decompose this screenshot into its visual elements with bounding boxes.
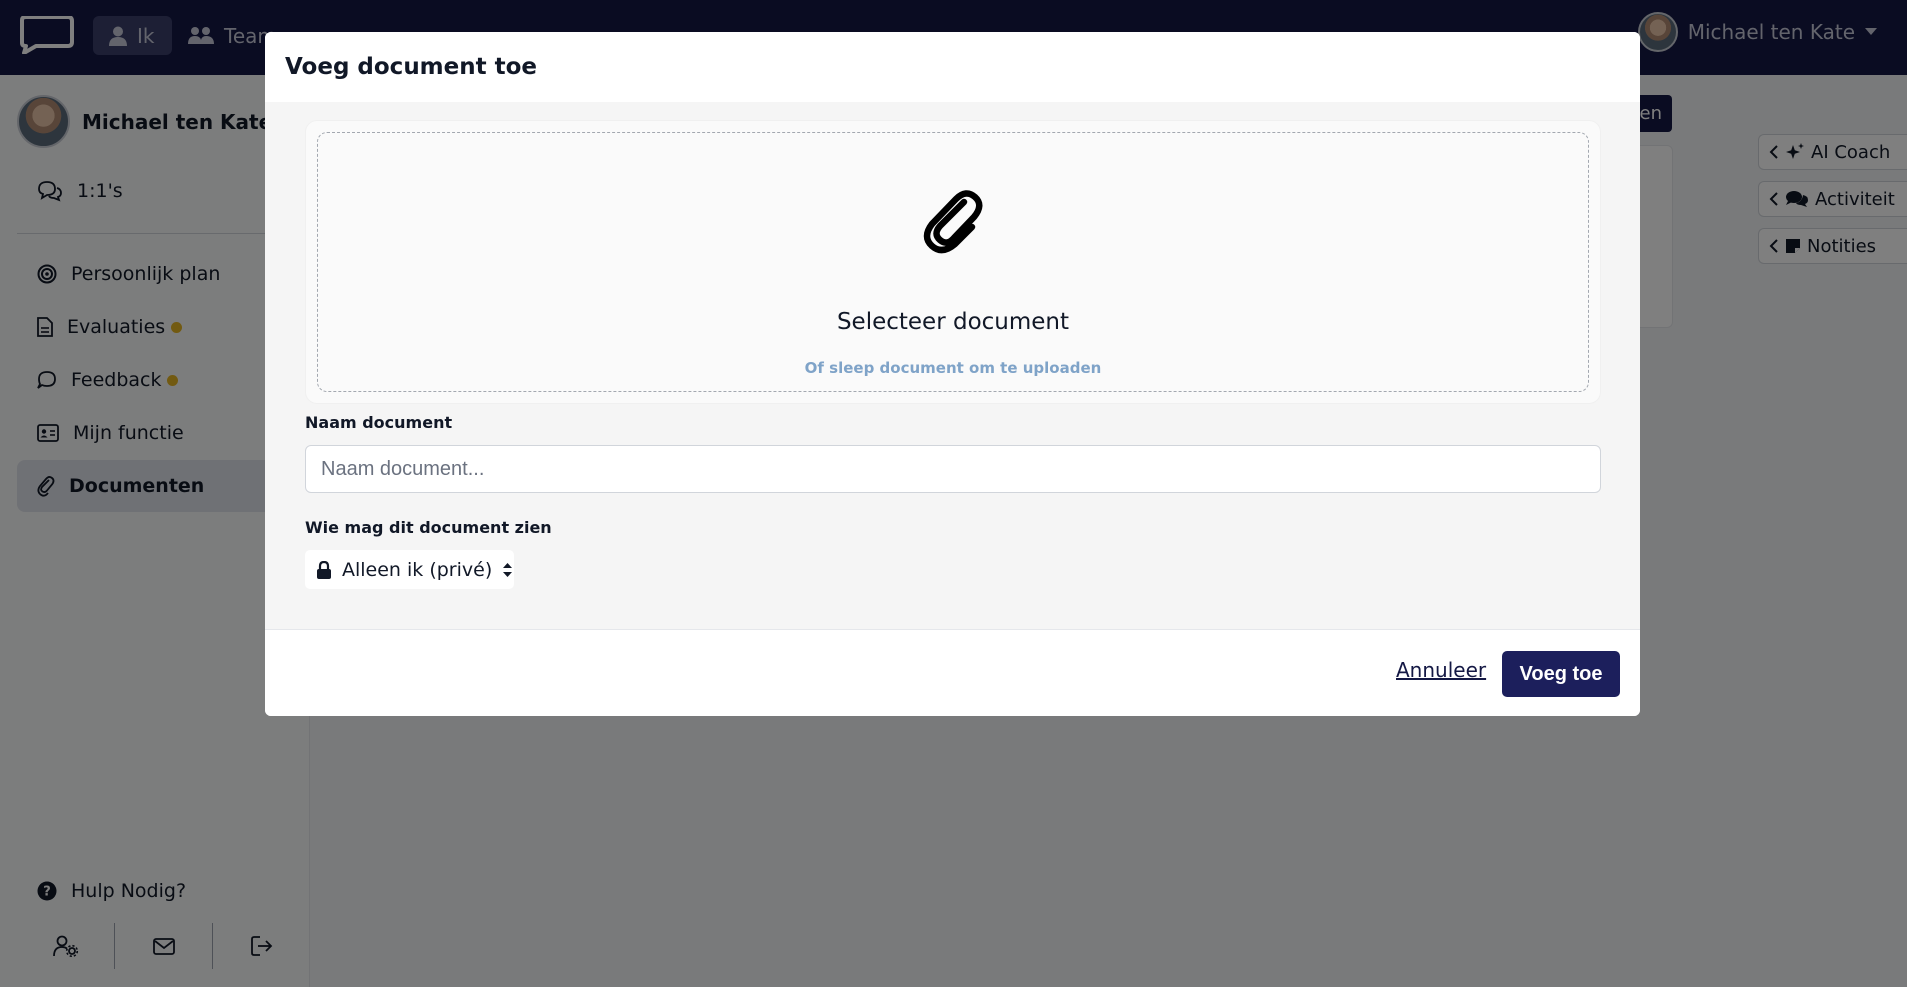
visibility-label: Wie mag dit document zien — [305, 518, 552, 537]
modal-footer: Annuleer Voeg toe — [265, 629, 1640, 716]
document-name-input[interactable] — [305, 445, 1601, 493]
cancel-button[interactable]: Annuleer — [1396, 658, 1486, 682]
sort-caret-icon — [503, 562, 513, 577]
lock-icon — [317, 560, 331, 579]
dropzone-title: Selecteer document — [836, 309, 1070, 335]
document-dropzone[interactable]: Selecteer document Of sleep document om … — [305, 120, 1601, 404]
document-name-label: Naam document — [305, 413, 453, 432]
visibility-selected-value: Alleen ik (privé) — [342, 558, 493, 581]
visibility-select[interactable]: Alleen ik (privé) — [305, 550, 514, 589]
dropzone-subtitle: Of sleep document om te uploaden — [804, 359, 1102, 377]
paperclip-icon — [923, 190, 983, 254]
modal-header: Voeg document toe — [265, 32, 1640, 102]
modal-title: Voeg document toe — [285, 54, 538, 80]
add-document-button[interactable]: Voeg toe — [1502, 651, 1620, 697]
dropzone-area[interactable]: Selecteer document Of sleep document om … — [317, 132, 1589, 392]
add-document-modal: Voeg document toe Selecteer document Of … — [265, 32, 1640, 716]
